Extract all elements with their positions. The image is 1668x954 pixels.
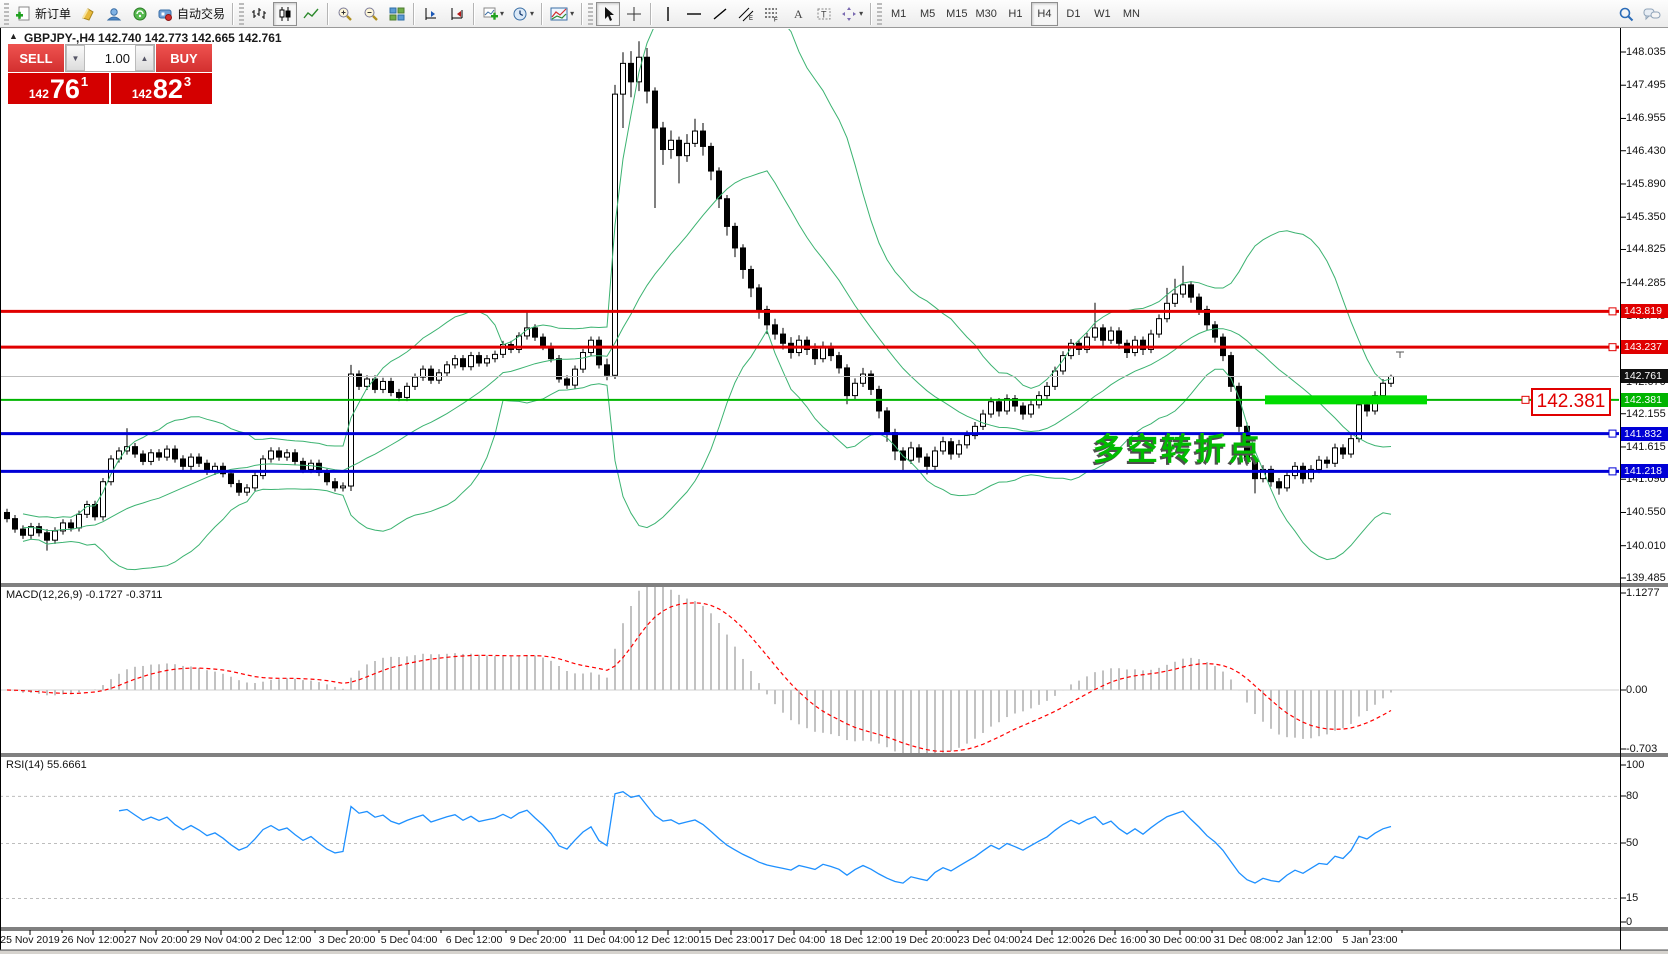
time-tick-label: 31 Dec 08:00	[1214, 934, 1276, 946]
macd-tick-label: -0.703	[1626, 742, 1657, 756]
price-tick-label: 142.155	[1626, 407, 1666, 421]
price-tick-label: 141.615	[1626, 440, 1666, 454]
sell-price-small: 142	[29, 87, 49, 101]
time-tick-label: 18 Dec 12:00	[830, 934, 892, 946]
rsi-value: 55.6661	[47, 759, 87, 771]
rsi-tick-label: 100	[1626, 758, 1644, 772]
time-tick-label: 19 Dec 20:00	[895, 934, 957, 946]
time-tick-label: 3 Dec 20:00	[319, 934, 376, 946]
price-tick-label: 139.485	[1626, 571, 1666, 585]
volume-up-button[interactable]: ▲	[135, 45, 154, 71]
hline-handle[interactable]	[1609, 344, 1616, 351]
time-tick-label: 27 Nov 20:00	[125, 934, 187, 946]
time-tick-label: 30 Dec 00:00	[1149, 934, 1211, 946]
rsi-tick-label: 0	[1626, 915, 1632, 929]
price-tag-143.819: 143.819	[1621, 304, 1668, 318]
price-tick-label: 146.430	[1626, 144, 1666, 158]
chart-canvas[interactable]	[0, 0, 1668, 953]
volume-down-button[interactable]: ▼	[66, 45, 85, 71]
volume-input[interactable]: 1.00	[85, 45, 135, 71]
buy-price-sup: 3	[184, 74, 191, 89]
time-tick-label: 23 Dec 04:00	[958, 934, 1020, 946]
time-tick-label: 9 Dec 20:00	[510, 934, 567, 946]
time-tick-label: 5 Dec 04:00	[381, 934, 438, 946]
price-tick-label: 145.890	[1626, 177, 1666, 191]
price-tick-label: 140.550	[1626, 505, 1666, 519]
price-tag-143.237: 143.237	[1621, 340, 1668, 354]
buy-price-big: 82	[153, 76, 183, 103]
time-tick-label: 26 Nov 12:00	[62, 934, 124, 946]
annotation-text[interactable]: 多空转折点	[1093, 424, 1263, 469]
rsi-label: RSI(14) 55.6661	[6, 759, 87, 771]
time-tick-label: 24 Dec 12:00	[1021, 934, 1083, 946]
price-tag-142.761: 142.761	[1621, 369, 1668, 383]
hline-handle[interactable]	[1522, 396, 1529, 403]
time-tick-label: 2 Dec 12:00	[255, 934, 312, 946]
macd-value-signal: -0.3711	[126, 589, 163, 601]
time-tick-label: 12 Dec 12:00	[637, 934, 699, 946]
window-bottom-edge	[0, 950, 1668, 954]
time-tick-label: 15 Dec 23:00	[700, 934, 762, 946]
rsi-tick-label: 50	[1626, 836, 1638, 850]
price-tick-label: 146.955	[1626, 111, 1666, 125]
sell-price-display[interactable]: 142 76 1	[8, 73, 109, 104]
time-tick-label: 11 Dec 04:00	[573, 934, 635, 946]
time-tick-label: 5 Jan 23:00	[1343, 934, 1398, 946]
buy-price-small: 142	[132, 87, 152, 101]
hline-handle[interactable]	[1609, 308, 1616, 315]
time-tick-label: 17 Dec 04:00	[763, 934, 825, 946]
one-click-trading-panel: SELL ▼ 1.00 ▲ BUY 142 76 1 142 82 3	[8, 44, 212, 104]
price-tag-141.218: 141.218	[1621, 464, 1668, 478]
rsi-tick-label: 15	[1626, 891, 1638, 905]
buy-price-display[interactable]: 142 82 3	[111, 73, 212, 104]
price-tick-label: 140.010	[1626, 539, 1666, 553]
macd-value-main: -0.1727	[85, 589, 122, 601]
buy-button[interactable]: BUY	[156, 44, 212, 72]
price-tag-142.381: 142.381	[1621, 393, 1668, 407]
price-tick-label: 145.350	[1626, 210, 1666, 224]
rsi-tick-label: 80	[1626, 789, 1638, 803]
hline-handle[interactable]	[1609, 430, 1616, 437]
price-tick-label: 144.285	[1626, 276, 1666, 290]
volume-box: ▼ 1.00 ▲	[65, 44, 155, 72]
price-tick-label: 147.495	[1626, 78, 1666, 92]
hline-thick-segment[interactable]	[1265, 395, 1427, 404]
price-flag-label[interactable]: 142.381	[1531, 388, 1611, 416]
macd-label: MACD(12,26,9) -0.1727 -0.3711	[6, 589, 162, 601]
time-tick-label: 2 Jan 12:00	[1278, 934, 1333, 946]
time-tick-label: 26 Dec 16:00	[1084, 934, 1146, 946]
chart-title: GBPJPY-,H4 142.740 142.773 142.665 142.7…	[24, 31, 282, 45]
sell-price-big: 76	[50, 76, 80, 103]
sell-price-sup: 1	[81, 74, 88, 89]
time-tick-label: 29 Nov 04:00	[190, 934, 252, 946]
time-tick-label: 6 Dec 12:00	[446, 934, 503, 946]
price-tick-label: 148.035	[1626, 45, 1666, 59]
sell-button[interactable]: SELL	[8, 44, 64, 72]
oneclick-collapse-toggle[interactable]: ▲	[9, 31, 18, 41]
price-tick-label: 144.825	[1626, 242, 1666, 256]
time-tick-label: 25 Nov 2019	[0, 934, 60, 946]
macd-tick-label: 1.1277	[1626, 586, 1660, 600]
macd-tick-label: 0.00	[1626, 683, 1647, 697]
price-tag-141.832: 141.832	[1621, 427, 1668, 441]
hline-handle[interactable]	[1609, 468, 1616, 475]
